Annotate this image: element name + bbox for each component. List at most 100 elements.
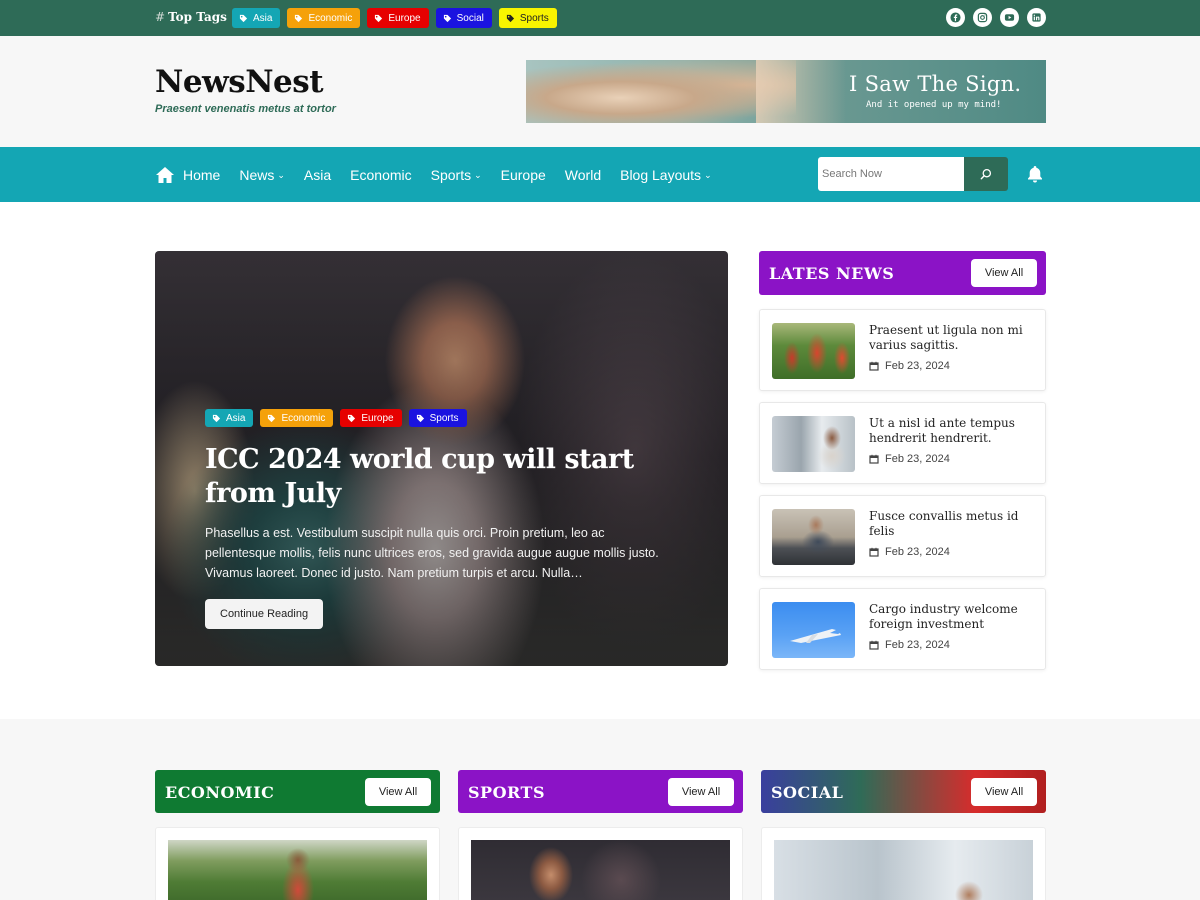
latest-news-title: LATES NEWS — [769, 264, 895, 283]
banner-subtitle: And it opened up my mind! — [866, 100, 1002, 110]
nav-item-sports[interactable]: Sports ⌄ — [431, 167, 482, 183]
post-thumbnail — [168, 840, 427, 900]
post-thumbnail — [471, 840, 730, 900]
nav-item-world[interactable]: World — [565, 167, 601, 183]
nav-label: Economic — [350, 166, 412, 183]
linkedin-icon[interactable] — [1027, 8, 1046, 27]
nav-label: Home — [183, 166, 221, 183]
tag-label: Social — [456, 12, 484, 24]
chevron-down-icon: ⌄ — [474, 170, 482, 180]
nav-label: News — [239, 166, 275, 183]
news-date: Feb 23, 2024 — [869, 360, 950, 372]
nav-label: Blog Layouts — [620, 166, 702, 183]
tag-label: Europe — [361, 412, 394, 424]
social-links — [946, 8, 1046, 27]
tag-icon — [295, 14, 303, 22]
news-thumbnail — [772, 416, 855, 472]
nav-item-blog-layouts[interactable]: Blog Layouts ⌄ — [620, 167, 712, 183]
tag-label: Sports — [429, 412, 459, 424]
tag-sports[interactable]: Sports — [408, 409, 467, 427]
hash-icon: # — [155, 10, 166, 24]
search-icon — [980, 168, 992, 180]
view-all-button[interactable]: View All — [971, 259, 1037, 287]
view-all-button[interactable]: View All — [668, 778, 734, 806]
sports-post-card[interactable] — [458, 827, 743, 900]
news-date-text: Feb 23, 2024 — [885, 360, 950, 372]
site-tagline: Praesent venenatis metus at tortor — [155, 103, 336, 115]
tag-asia[interactable]: Asia — [205, 409, 254, 427]
economic-post-card[interactable] — [155, 827, 440, 900]
news-title[interactable]: Ut a nisl id ante tempus hendrerit hendr… — [869, 416, 1029, 446]
economic-section-header: ECONOMIC View All — [155, 770, 440, 813]
tag-label: Asia — [253, 12, 273, 24]
calendar-icon — [869, 640, 879, 650]
chevron-down-icon: ⌄ — [277, 170, 285, 180]
news-title[interactable]: Fusce convallis metus id felis — [869, 509, 1029, 539]
sports-section-header: SPORTS View All — [458, 770, 743, 813]
tag-label: Economic — [308, 12, 353, 24]
tag-social[interactable]: Social — [435, 8, 492, 28]
tag-economic[interactable]: Economic — [260, 409, 334, 427]
latest-news-item[interactable]: Fusce convallis metus id felis Feb 23, 2… — [759, 495, 1046, 577]
latest-news-header: LATES NEWS View All — [759, 251, 1046, 295]
nav-item-asia[interactable]: Asia — [304, 167, 331, 183]
bell-icon[interactable] — [1025, 164, 1045, 184]
social-post-card[interactable] — [761, 827, 1046, 900]
nav-item-europe[interactable]: Europe — [501, 167, 546, 183]
section-title: ECONOMIC — [165, 783, 275, 802]
tag-label: Asia — [226, 412, 246, 424]
news-title[interactable]: Praesent ut ligula non mi varius sagitti… — [869, 323, 1029, 353]
calendar-icon — [869, 547, 879, 557]
news-title[interactable]: Cargo industry welcome foreign investmen… — [869, 602, 1029, 632]
search-button[interactable] — [964, 157, 1008, 191]
tag-asia[interactable]: Asia — [232, 8, 281, 28]
facebook-icon[interactable] — [946, 8, 965, 27]
tag-icon — [268, 414, 276, 422]
calendar-icon — [869, 454, 879, 464]
nav-item-economic[interactable]: Economic — [350, 167, 411, 183]
latest-news-item[interactable]: Ut a nisl id ante tempus hendrerit hendr… — [759, 402, 1046, 484]
tag-icon — [506, 14, 514, 22]
section-title: SPORTS — [468, 783, 545, 802]
search-form — [818, 157, 1008, 191]
site-logo[interactable]: NewsNest — [155, 64, 324, 100]
tag-economic[interactable]: Economic — [287, 8, 361, 28]
youtube-icon[interactable] — [1000, 8, 1019, 27]
featured-post-title[interactable]: ICC 2024 world cup will start from July — [205, 443, 685, 511]
search-input[interactable] — [818, 157, 964, 191]
news-date-text: Feb 23, 2024 — [885, 639, 950, 651]
view-all-button[interactable]: View All — [971, 778, 1037, 806]
main-navbar: Home News ⌄ Asia Economic Sports ⌄ Europe … — [0, 147, 1200, 202]
chevron-down-icon: ⌄ — [704, 170, 712, 180]
tag-label: Europe — [388, 12, 421, 24]
ad-banner[interactable]: I Saw The Sign. And it opened up my mind… — [526, 60, 1046, 123]
site-header: NewsNest Praesent venenatis metus at tor… — [0, 36, 1200, 147]
top-tags-text: Top Tags — [168, 10, 227, 24]
nav-label: Asia — [303, 166, 332, 183]
tag-icon — [239, 14, 248, 22]
featured-post-excerpt: Phasellus a est. Vestibulum suscipit nul… — [205, 526, 659, 580]
latest-news-item[interactable]: Praesent ut ligula non mi varius sagitti… — [759, 309, 1046, 391]
tag-europe[interactable]: Europe — [367, 8, 429, 28]
latest-news-item[interactable]: Cargo industry welcome foreign investmen… — [759, 588, 1046, 670]
tag-sports[interactable]: Sports — [498, 8, 557, 28]
banner-image-fade — [756, 60, 846, 123]
nav-item-home[interactable]: Home — [155, 166, 220, 184]
featured-post[interactable]: Asia Economic Europe Sports ICC 2024 wor… — [155, 251, 728, 666]
news-thumbnail — [772, 602, 855, 658]
social-section-header: SOCIAL View All — [761, 770, 1046, 813]
continue-reading-button[interactable]: Continue Reading — [205, 599, 324, 629]
airplane-icon — [790, 629, 841, 643]
news-date: Feb 23, 2024 — [869, 639, 950, 651]
instagram-icon[interactable] — [973, 8, 992, 27]
news-date: Feb 23, 2024 — [869, 453, 950, 465]
tag-europe[interactable]: Europe — [340, 409, 402, 427]
view-all-button[interactable]: View All — [365, 778, 431, 806]
nav-item-news[interactable]: News ⌄ — [239, 167, 285, 183]
news-date-text: Feb 23, 2024 — [885, 546, 950, 558]
news-date-text: Feb 23, 2024 — [885, 453, 950, 465]
top-tags-label: # Top Tags — [155, 10, 227, 24]
featured-post-tags: Asia Economic Europe Sports — [205, 409, 685, 427]
tag-icon — [212, 414, 221, 422]
top-tags-list: Asia Economic Europe Social Sports — [232, 8, 557, 28]
